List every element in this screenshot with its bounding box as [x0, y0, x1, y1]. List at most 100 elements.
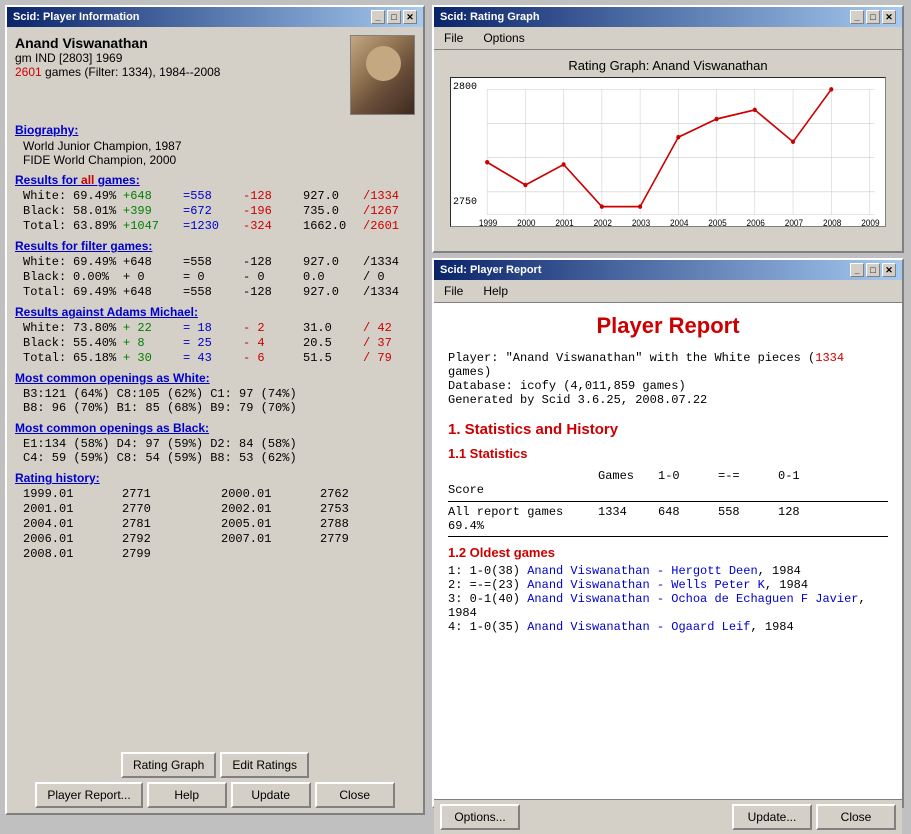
ag-b-eq: =672 [183, 204, 243, 218]
ag-b-plus: +399 [123, 204, 183, 218]
ag-t-eq: =1230 [183, 219, 243, 233]
rh-1-1: 2770 [122, 502, 217, 516]
game-2-link[interactable]: Anand Viswanathan - Wells Peter K [527, 578, 765, 592]
at-eq: = 43 [183, 351, 243, 365]
against-title: Results against Adams Michael: [15, 305, 415, 319]
report-divider-1 [448, 501, 888, 502]
fg-white-row: White: 69.49% +648 =558 -128 927.0 /1334 [23, 255, 415, 269]
report-title: Player Report [448, 313, 888, 339]
th-1-0: 1-0 [658, 469, 718, 483]
report-table-row-1: All report games 1334 648 558 128 69.4% [448, 504, 888, 534]
close-button[interactable]: ✕ [403, 10, 417, 24]
report-update-button[interactable]: Update... [732, 804, 812, 830]
report-bottom-buttons: Options... Update... Close [434, 799, 902, 834]
report-close-button[interactable]: Close [816, 804, 896, 830]
game-1-link[interactable]: Anand Viswanathan - Hergott Deen [527, 564, 757, 578]
ag-t-minus: -324 [243, 219, 303, 233]
ab-pct: 55.40% [73, 336, 123, 350]
ag-w-total: /1334 [363, 189, 423, 203]
report-stats-table: Games 1-0 =-= 0-1 Score All report games… [448, 467, 888, 537]
rg-maximize[interactable]: □ [866, 10, 880, 24]
svg-text:2007: 2007 [785, 218, 804, 226]
fg-b-total: / 0 [363, 270, 423, 284]
fg-w-plus: +648 [123, 255, 183, 269]
ag-t-label: Total: [23, 219, 73, 233]
openings-black-1: E1:134 (58%) D4: 97 (59%) D2: 84 (58%) [23, 437, 415, 451]
player-info-title: Scid: Player Information [13, 11, 140, 23]
title-bar-buttons: _ □ ✕ [371, 10, 417, 24]
rh-0-2: 2000.01 [221, 487, 316, 501]
pr-minimize[interactable]: _ [850, 263, 864, 277]
ag-w-label: White: [23, 189, 73, 203]
fg-t-plus: +648 [123, 285, 183, 299]
fg-b-plus: + 0 [123, 270, 183, 284]
at-plus: + 30 [123, 351, 183, 365]
player-report-button[interactable]: Player Report... [35, 782, 142, 808]
rating-graph-button[interactable]: Rating Graph [121, 752, 216, 778]
against-total-row: Total: 65.18% + 30 = 43 - 6 51.5 / 79 [23, 351, 415, 365]
rating-graph-title: Scid: Rating Graph [440, 11, 540, 23]
maximize-button[interactable]: □ [387, 10, 401, 24]
th-eq: =-= [718, 469, 778, 483]
player-report-window-title: Scid: Player Report [440, 264, 541, 276]
report-section-1-1: 1.1 Statistics [448, 446, 888, 461]
fg-w-pct: 69.49% [73, 255, 123, 269]
report-options-button[interactable]: Options... [440, 804, 520, 830]
openings-white-section: Most common openings as White: B3:121 (6… [15, 371, 415, 415]
pr-menu-file[interactable]: File [438, 282, 469, 300]
game-4-link[interactable]: Anand Viswanathan - Ogaard Leif [527, 620, 750, 634]
biography-title: Biography: [15, 123, 415, 137]
minimize-button[interactable]: _ [371, 10, 385, 24]
graph-area: Rating Graph: Anand Viswanathan 2800 275… [434, 50, 902, 239]
bottom-buttons: Rating Graph Edit Ratings Player Report.… [12, 752, 418, 808]
rg-close[interactable]: ✕ [882, 10, 896, 24]
pr-menubar: File Help [434, 280, 902, 303]
pr-menu-help[interactable]: Help [477, 282, 514, 300]
player-photo [350, 35, 415, 115]
td-1-0: 648 [658, 505, 718, 519]
rg-menu-options[interactable]: Options [477, 29, 530, 47]
report-table-header: Games 1-0 =-= 0-1 Score [448, 467, 888, 499]
ab-eq: = 25 [183, 336, 243, 350]
ag-t-total: /2601 [363, 219, 423, 233]
help-button[interactable]: Help [147, 782, 227, 808]
fg-t-minus: -128 [243, 285, 303, 299]
game-2: 2: =-=(23) Anand Viswanathan - Wells Pet… [448, 578, 888, 592]
fg-t-score: 927.0 [303, 285, 363, 299]
pr-close-icon[interactable]: ✕ [882, 263, 896, 277]
pr-title-buttons: _ □ ✕ [850, 263, 896, 277]
fg-b-score: 0.0 [303, 270, 363, 284]
report-section-1-2: 1.2 Oldest games [448, 545, 888, 560]
fg-b-pct: 0.00% [73, 270, 123, 284]
aw-minus: - 2 [243, 321, 303, 335]
openings-black-title: Most common openings as Black: [15, 421, 415, 435]
rg-minimize[interactable]: _ [850, 10, 864, 24]
fg-t-pct: 69.49% [73, 285, 123, 299]
player-info-titlebar: Scid: Player Information _ □ ✕ [7, 7, 423, 27]
aw-plus: + 22 [123, 321, 183, 335]
ag-b-total: /1267 [363, 204, 423, 218]
aw-eq: = 18 [183, 321, 243, 335]
game-3-link[interactable]: Anand Viswanathan - Ochoa de Echaguen F … [527, 592, 858, 606]
report-divider-2 [448, 536, 888, 537]
at-minus: - 6 [243, 351, 303, 365]
fg-total-row: Total: 69.49% +648 =558 -128 927.0 /1334 [23, 285, 415, 299]
ratings-history-title: Rating history: [15, 471, 415, 485]
graph-container: 2800 2750 [450, 77, 886, 227]
td-label: All report games [448, 505, 598, 519]
openings-white-title: Most common openings as White: [15, 371, 415, 385]
th-score: Score [448, 483, 598, 497]
fg-b-minus: - 0 [243, 270, 303, 284]
button-row-1: Rating Graph Edit Ratings [12, 752, 418, 778]
svg-text:2001: 2001 [555, 218, 574, 226]
ag-w-eq: =558 [183, 189, 243, 203]
pr-maximize[interactable]: □ [866, 263, 880, 277]
rh-3-2: 2007.01 [221, 532, 316, 546]
edit-ratings-button[interactable]: Edit Ratings [220, 752, 309, 778]
openings-white-2: B8: 96 (70%) B1: 85 (68%) B9: 79 (70%) [23, 401, 415, 415]
report-gen-line: Generated by Scid 3.6.25, 2008.07.22 [448, 393, 888, 407]
y-axis-top: 2800 [453, 82, 477, 93]
rg-menu-file[interactable]: File [438, 29, 469, 47]
update-button[interactable]: Update [231, 782, 311, 808]
close-button-pi[interactable]: Close [315, 782, 395, 808]
